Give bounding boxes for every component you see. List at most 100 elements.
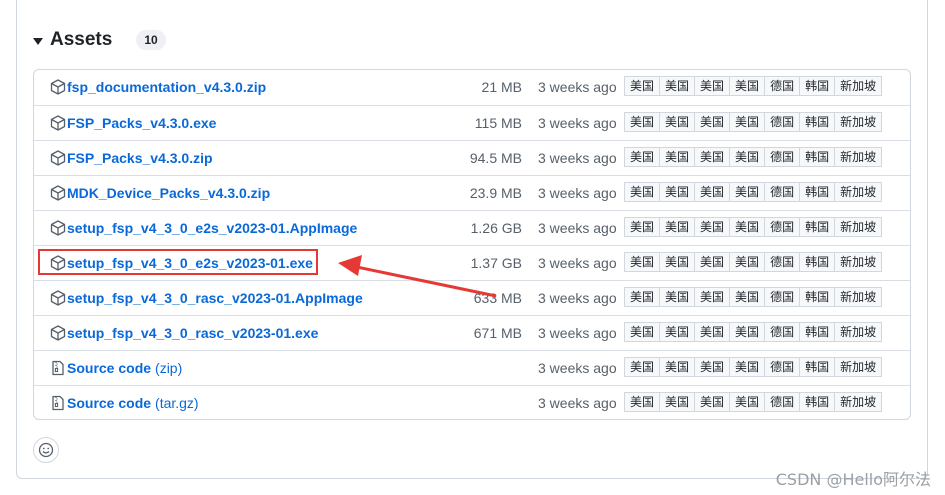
mirror-download-button[interactable]: 美国 <box>659 147 696 167</box>
mirror-download-button[interactable]: 美国 <box>729 112 766 132</box>
asset-size: 94.5 MB <box>469 150 522 166</box>
mirror-download-button[interactable]: 美国 <box>694 357 731 377</box>
mirror-download-button[interactable]: 韩国 <box>799 112 836 132</box>
watermark: CSDN @Hello阿尔法 <box>775 470 931 489</box>
mirror-download-button[interactable]: 新加坡 <box>834 287 883 307</box>
asset-link[interactable]: setup_fsp_v4_3_0_e2s_v2023-01.AppImage <box>50 211 357 245</box>
mirror-download-button[interactable]: 美国 <box>694 252 731 272</box>
mirror-download-button[interactable]: 美国 <box>624 76 661 96</box>
asset-time: 3 weeks ago <box>538 115 617 131</box>
mirror-download-button[interactable]: 德国 <box>764 252 801 272</box>
mirror-download-button[interactable]: 美国 <box>624 217 661 237</box>
mirror-download-button[interactable]: 美国 <box>729 182 766 202</box>
mirror-download-button[interactable]: 德国 <box>764 217 801 237</box>
mirror-download-button[interactable]: 美国 <box>729 322 766 342</box>
package-icon <box>50 79 66 95</box>
mirror-download-button[interactable]: 新加坡 <box>834 357 883 377</box>
assets-toggle[interactable]: Assets 10 <box>33 26 166 54</box>
mirror-download-button[interactable]: 美国 <box>729 76 766 96</box>
mirror-download-button[interactable]: 美国 <box>659 182 696 202</box>
mirror-download-button[interactable]: 德国 <box>764 392 801 412</box>
asset-link[interactable]: setup_fsp_v4_3_0_rasc_v2023-01.exe <box>50 316 318 350</box>
mirror-download-button[interactable]: 新加坡 <box>834 392 883 412</box>
package-icon <box>50 325 66 341</box>
mirror-download-button[interactable]: 美国 <box>624 357 661 377</box>
mirror-download-button[interactable]: 美国 <box>624 392 661 412</box>
asset-row: MDK_Device_Packs_v4.3.0.zip 23.9 MB 3 week… <box>34 175 910 210</box>
mirror-download-button[interactable]: 美国 <box>659 322 696 342</box>
mirror-download-button[interactable]: 新加坡 <box>834 252 883 272</box>
mirror-download-button[interactable]: 韩国 <box>799 287 836 307</box>
mirror-download-button[interactable]: 新加坡 <box>834 76 883 96</box>
mirror-download-button[interactable]: 美国 <box>659 217 696 237</box>
asset-time: 3 weeks ago <box>538 360 617 376</box>
asset-size: 115 MB <box>474 115 522 131</box>
mirror-download-button[interactable]: 韩国 <box>799 217 836 237</box>
mirror-download-button[interactable]: 美国 <box>694 112 731 132</box>
mirror-download-button[interactable]: 美国 <box>624 112 661 132</box>
caret-down-icon <box>33 37 43 45</box>
mirror-download-button[interactable]: 美国 <box>729 252 766 272</box>
mirror-download-button[interactable]: 德国 <box>764 112 801 132</box>
mirror-download-button[interactable]: 韩国 <box>799 252 836 272</box>
mirror-download-button[interactable]: 韩国 <box>799 182 836 202</box>
mirror-download-button[interactable]: 德国 <box>764 357 801 377</box>
mirror-download-button[interactable]: 美国 <box>624 182 661 202</box>
mirror-download-button[interactable]: 美国 <box>694 76 731 96</box>
mirror-download-button[interactable]: 韩国 <box>799 357 836 377</box>
asset-link[interactable]: FSP_Packs_v4.3.0.zip <box>50 141 213 175</box>
mirror-download-button[interactable]: 德国 <box>764 76 801 96</box>
add-reaction-button[interactable] <box>33 437 59 463</box>
package-icon <box>50 290 66 306</box>
asset-link[interactable]: FSP_Packs_v4.3.0.exe <box>50 106 216 140</box>
asset-name: setup_fsp_v4_3_0_rasc_v2023-01.AppImage <box>67 290 363 306</box>
mirror-download-button[interactable]: 美国 <box>694 182 731 202</box>
mirror-download-button[interactable]: 新加坡 <box>834 322 883 342</box>
mirror-download-button[interactable]: 美国 <box>624 252 661 272</box>
asset-link[interactable]: fsp_documentation_v4.3.0.zip <box>50 70 266 104</box>
file-zip-icon <box>50 360 66 376</box>
mirror-download-button[interactable]: 美国 <box>729 287 766 307</box>
mirror-download-button[interactable]: 美国 <box>694 147 731 167</box>
mirror-download-button[interactable]: 德国 <box>764 287 801 307</box>
asset-link[interactable]: Source code (zip) <box>50 351 182 385</box>
mirror-download-button[interactable]: 美国 <box>729 217 766 237</box>
mirror-download-button[interactable]: 新加坡 <box>834 147 883 167</box>
asset-row: Source code (zip) 3 weeks ago 美国 美国 美国 美国 德国 韩国新… <box>34 350 910 385</box>
package-icon <box>50 150 66 166</box>
mirror-download-button[interactable]: 韩国 <box>799 322 836 342</box>
asset-name: FSP_Packs_v4.3.0.exe <box>67 115 217 131</box>
mirror-download-button[interactable]: 韩国 <box>799 392 836 412</box>
mirror-download-button[interactable]: 新加坡 <box>834 112 883 132</box>
mirror-download-button[interactable]: 德国 <box>764 147 801 167</box>
mirror-download-button[interactable]: 美国 <box>659 112 696 132</box>
mirror-download-button[interactable]: 美国 <box>659 287 696 307</box>
mirror-download-button[interactable]: 美国 <box>694 392 731 412</box>
mirror-download-button[interactable]: 美国 <box>694 217 731 237</box>
mirror-download-button[interactable]: 新加坡 <box>834 217 883 237</box>
asset-link[interactable]: Source code (tar.gz) <box>50 386 199 419</box>
mirror-download-button[interactable]: 德国 <box>764 182 801 202</box>
annotation-highlight-box <box>38 249 318 275</box>
mirror-download-button[interactable]: 美国 <box>659 392 696 412</box>
asset-link[interactable]: setup_fsp_v4_3_0_rasc_v2023-01.AppImage <box>50 281 363 315</box>
mirror-download-button[interactable]: 美国 <box>624 147 661 167</box>
mirror-download-button[interactable]: 美国 <box>624 287 661 307</box>
mirror-button-group: 美国 美国 美国 美国 德国 韩国 新加坡 <box>624 182 883 202</box>
mirror-download-button[interactable]: 美国 <box>694 287 731 307</box>
mirror-download-button[interactable]: 美国 <box>659 252 696 272</box>
mirror-download-button[interactable]: 美国 <box>729 392 766 412</box>
asset-name: setup_fsp_v4_3_0_e2s_v2023-01.AppImage <box>67 220 358 236</box>
mirror-download-button[interactable]: 美国 <box>659 357 696 377</box>
mirror-download-button[interactable]: 韩国 <box>799 147 836 167</box>
mirror-download-button[interactable]: 德国 <box>764 322 801 342</box>
mirror-download-button[interactable]: 新加坡 <box>834 182 883 202</box>
mirror-download-button[interactable]: 韩国 <box>799 76 836 96</box>
mirror-download-button[interactable]: 美国 <box>659 76 696 96</box>
mirror-download-button[interactable]: 美国 <box>624 322 661 342</box>
mirror-download-button[interactable]: 美国 <box>729 147 766 167</box>
asset-link[interactable]: MDK_Device_Packs_v4.3.0.zip <box>50 176 270 210</box>
mirror-download-button[interactable]: 美国 <box>694 322 731 342</box>
mirror-download-button[interactable]: 美国 <box>729 357 766 377</box>
mirror-button-group: 美国 美国 美国 美国 德国 韩国 新加坡 <box>624 357 883 377</box>
